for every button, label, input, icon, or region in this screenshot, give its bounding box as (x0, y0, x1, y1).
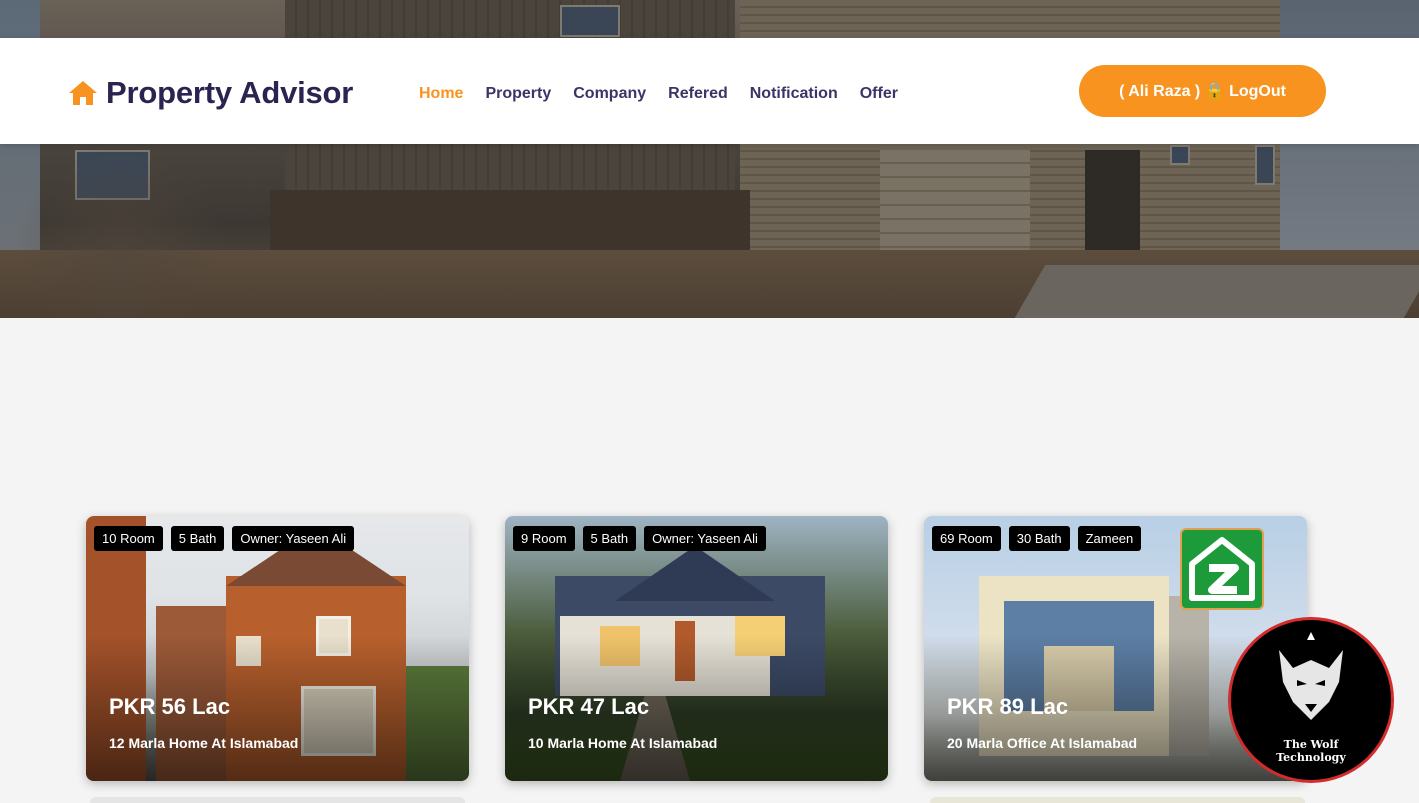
rooms-badge: 9 Room (513, 526, 575, 551)
baths-badge: 30 Bath (1008, 526, 1070, 551)
badge-row: 9 Room 5 Bath Owner: Yaseen Ali (513, 526, 766, 551)
company-badge: Zameen (1077, 526, 1142, 551)
wolf-watermark-icon: The Wolf Technology (1228, 617, 1394, 783)
main-nav: Home Property Company Refered Notificati… (419, 85, 898, 103)
badge-row: 69 Room 30 Bath Zameen (932, 526, 1142, 551)
nav-company[interactable]: Company (573, 85, 646, 103)
nav-refered[interactable]: Refered (668, 85, 728, 103)
baths-badge: 5 Bath (582, 526, 637, 551)
brand-logo[interactable]: Property Advisor (68, 75, 353, 111)
nav-home[interactable]: Home (419, 85, 463, 103)
property-price: PKR 89 Lac (947, 694, 1069, 719)
nav-offer[interactable]: Offer (860, 85, 898, 103)
nav-notification[interactable]: Notification (750, 85, 838, 103)
logout-label: ( Ali Raza ) 🔒 LogOut (1119, 83, 1286, 100)
badge-row: 10 Room 5 Bath Owner: Yaseen Ali (94, 526, 355, 551)
property-card-1[interactable]: 10 Room 5 Bath Owner: Yaseen Ali PKR 56 … (86, 516, 469, 781)
brand-title: Property Advisor (106, 75, 354, 110)
property-description: 20 Marla Office At Islamabad (947, 735, 1138, 751)
rooms-badge: 69 Room (932, 526, 1001, 551)
navbar: Property Advisor Home Property Company R… (0, 38, 1419, 144)
logout-button[interactable]: ( Ali Raza ) 🔒 LogOut (1079, 65, 1326, 117)
property-card-partial (90, 797, 465, 803)
property-card-2[interactable]: 9 Room 5 Bath Owner: Yaseen Ali PKR 47 L… (505, 516, 888, 781)
owner-badge: Owner: Yaseen Ali (232, 526, 355, 551)
owner-badge: Owner: Yaseen Ali (644, 526, 766, 551)
baths-badge: 5 Bath (170, 526, 225, 551)
zameen-logo-icon (1180, 528, 1264, 610)
home-icon (68, 80, 98, 106)
property-card-partial (930, 797, 1305, 803)
property-price: PKR 56 Lac (109, 694, 231, 719)
property-price: PKR 47 Lac (528, 694, 650, 719)
nav-property[interactable]: Property (485, 85, 551, 103)
property-description: 10 Marla Home At Islamabad (528, 735, 718, 751)
rooms-badge: 10 Room (94, 526, 163, 551)
property-description: 12 Marla Home At Islamabad (109, 735, 299, 751)
